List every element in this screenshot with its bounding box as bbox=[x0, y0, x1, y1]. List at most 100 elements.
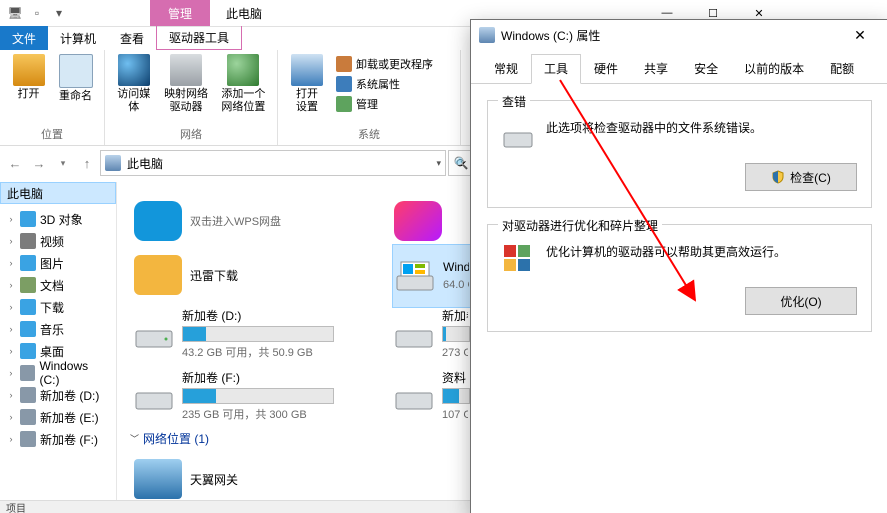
dialog-close-button[interactable]: ✕ bbox=[840, 20, 880, 50]
tile-wps-label: 双击进入WPS网盘 bbox=[190, 213, 281, 229]
tab-computer[interactable]: 计算机 bbox=[48, 26, 108, 50]
drive-d-sub: 43.2 GB 可用，共 50.9 GB bbox=[182, 344, 334, 360]
drive-f-sub: 235 GB 可用，共 300 GB bbox=[182, 406, 334, 422]
wps-icon bbox=[134, 201, 182, 241]
ribbon-tabs: 文件 计算机 查看 驱动器工具 bbox=[0, 26, 242, 50]
tile-drive-e[interactable]: 新加卷 (E:)273 GB 可用 bbox=[392, 306, 476, 360]
tab-file[interactable]: 文件 bbox=[0, 26, 48, 50]
tree-item-icon bbox=[20, 409, 36, 425]
tile-drive-g[interactable]: 资料 (G:)107 GB 可用 bbox=[392, 368, 476, 422]
expand-icon[interactable]: › bbox=[6, 390, 16, 400]
expand-icon[interactable]: › bbox=[6, 434, 16, 444]
tree-item-10[interactable]: ›新加卷 (F:) bbox=[0, 428, 116, 450]
drive-c-name: Windows (C:) bbox=[443, 260, 469, 274]
ribbon-map-drive-button[interactable]: 映射网络 驱动器 bbox=[158, 52, 213, 114]
expand-icon[interactable]: › bbox=[6, 302, 16, 312]
ribbon-uninstall-button[interactable]: 卸载或更改程序 bbox=[332, 54, 437, 74]
tree-item-label: 图片 bbox=[40, 255, 64, 272]
optimize-text: 优化计算机的驱动器可以帮助其更高效运行。 bbox=[546, 243, 786, 275]
nav-forward-button[interactable]: → bbox=[28, 152, 50, 174]
tile-xunlei-label: 迅雷下载 bbox=[190, 267, 238, 284]
tile-xunlei[interactable]: 迅雷下载 bbox=[132, 248, 386, 302]
tree-item-1[interactable]: ›视频 bbox=[0, 230, 116, 252]
tree-item-label: 桌面 bbox=[40, 343, 64, 360]
tab-drive-tools[interactable]: 驱动器工具 bbox=[156, 26, 242, 50]
tree-item-4[interactable]: › 下载 bbox=[0, 296, 116, 318]
address-bar[interactable]: 此电脑 ▾ bbox=[100, 150, 446, 176]
dialog-tab-0[interactable]: 常规 bbox=[481, 54, 531, 83]
dialog-tab-2[interactable]: 硬件 bbox=[581, 54, 631, 83]
dialog-tab-6[interactable]: 配额 bbox=[817, 54, 867, 83]
tile-gateway-label: 天翼网关 bbox=[190, 471, 238, 488]
section-network-locations[interactable]: ﹀网络位置 (1) bbox=[130, 430, 209, 447]
ribbon-media-button[interactable]: 访问媒体 bbox=[111, 52, 156, 114]
drive-e-icon bbox=[394, 317, 434, 349]
expand-icon[interactable]: › bbox=[6, 258, 16, 268]
dialog-tab-5[interactable]: 以前的版本 bbox=[731, 54, 817, 83]
tree-item-label: 音乐 bbox=[40, 321, 64, 338]
expand-icon[interactable]: › bbox=[6, 236, 16, 246]
tree-item-3[interactable]: › 文档 bbox=[0, 274, 116, 296]
tree-item-5[interactable]: › 音乐 bbox=[0, 318, 116, 340]
drive-c-sub: 64.0 GB 可用 bbox=[443, 276, 469, 292]
dialog-tab-1[interactable]: 工具 bbox=[531, 54, 581, 84]
tile-drive-c[interactable]: Windows (C:) 64.0 GB 可用 bbox=[392, 244, 478, 308]
drive-g-sub: 107 GB 可用 bbox=[442, 406, 468, 422]
ribbon-manage-button[interactable]: 管理 bbox=[332, 94, 437, 114]
tree-item-2[interactable]: › 图片 bbox=[0, 252, 116, 274]
fieldset-optimize-legend: 对驱动器进行优化和碎片整理 bbox=[498, 217, 662, 234]
check-button[interactable]: 检查(C) bbox=[745, 163, 857, 191]
expand-icon[interactable]: › bbox=[6, 412, 16, 422]
tab-view[interactable]: 查看 bbox=[108, 26, 156, 50]
expand-icon[interactable]: › bbox=[6, 280, 16, 290]
baidu-icon bbox=[394, 201, 442, 241]
fieldset-optimize: 对驱动器进行优化和碎片整理 优化计算机的驱动器可以帮助其更高效运行。 优化(O) bbox=[487, 224, 872, 332]
map-drive-icon bbox=[170, 54, 202, 86]
tile-tianyi-gateway[interactable]: 天翼网关 bbox=[132, 452, 386, 506]
nav-back-button[interactable]: ← bbox=[4, 152, 26, 174]
tree-root-this-pc[interactable]: 此电脑 bbox=[0, 182, 116, 204]
ribbon-add-location-button[interactable]: 添加一个 网络位置 bbox=[216, 52, 271, 114]
nav-history-button[interactable]: ▾ bbox=[52, 152, 74, 174]
expand-icon[interactable]: › bbox=[6, 214, 16, 224]
dialog-tab-4[interactable]: 安全 bbox=[681, 54, 731, 83]
drive-d-icon bbox=[134, 317, 174, 349]
tree-item-8[interactable]: ›新加卷 (D:) bbox=[0, 384, 116, 406]
tree-item-icon bbox=[20, 431, 36, 447]
fieldset-check-legend: 查错 bbox=[498, 93, 530, 110]
ribbon-open-button[interactable]: 打开 bbox=[6, 52, 51, 103]
qat-pin-icon[interactable]: ▫ bbox=[28, 4, 46, 22]
tree-item-9[interactable]: › 新加卷 (E:) bbox=[0, 406, 116, 428]
ribbon-open-settings-button[interactable]: 打开 设置 bbox=[284, 52, 330, 114]
status-text: 项目 bbox=[6, 500, 26, 513]
tile-wps[interactable]: 双击进入WPS网盘 bbox=[132, 194, 386, 248]
nav-up-button[interactable]: ↑ bbox=[76, 152, 98, 174]
xunlei-icon bbox=[134, 255, 182, 295]
ribbon-sysprops-button[interactable]: 系统属性 bbox=[332, 74, 437, 94]
tree-item-label: 新加卷 (E:) bbox=[40, 409, 99, 426]
tile-drive-d[interactable]: 新加卷 (D:) 43.2 GB 可用，共 50.9 GB bbox=[132, 306, 386, 360]
tree-item-0[interactable]: ›3D 对象 bbox=[0, 208, 116, 230]
tree-item-label: 文档 bbox=[40, 277, 64, 294]
expand-icon[interactable]: › bbox=[6, 368, 16, 378]
optimize-button[interactable]: 优化(O) bbox=[745, 287, 857, 315]
tree-item-icon bbox=[20, 211, 36, 227]
expand-icon[interactable]: › bbox=[6, 346, 16, 356]
address-path: 此电脑 bbox=[127, 155, 163, 172]
tree-item-7[interactable]: ›Windows (C:) bbox=[0, 362, 116, 384]
expand-icon[interactable]: › bbox=[6, 324, 16, 334]
address-icon bbox=[105, 155, 121, 171]
dialog-tab-3[interactable]: 共享 bbox=[631, 54, 681, 83]
ribbon-open-label: 打开 bbox=[18, 88, 40, 101]
tile-drive-f[interactable]: 新加卷 (F:) 235 GB 可用，共 300 GB bbox=[132, 368, 386, 422]
ribbon-rename-button[interactable]: 重命名 bbox=[53, 52, 98, 103]
drive-g-icon bbox=[394, 379, 434, 411]
add-location-icon bbox=[227, 54, 259, 86]
open-icon bbox=[13, 54, 45, 86]
tree-item-icon bbox=[20, 277, 36, 293]
dialog-titlebar[interactable]: Windows (C:) 属性 ✕ bbox=[471, 20, 887, 50]
ribbon-group-location: 位置 bbox=[6, 124, 98, 145]
qat-dropdown-icon[interactable]: ▾ bbox=[50, 4, 68, 22]
tree-item-label: 下载 bbox=[40, 299, 64, 316]
address-dropdown-icon[interactable]: ▾ bbox=[436, 158, 441, 169]
